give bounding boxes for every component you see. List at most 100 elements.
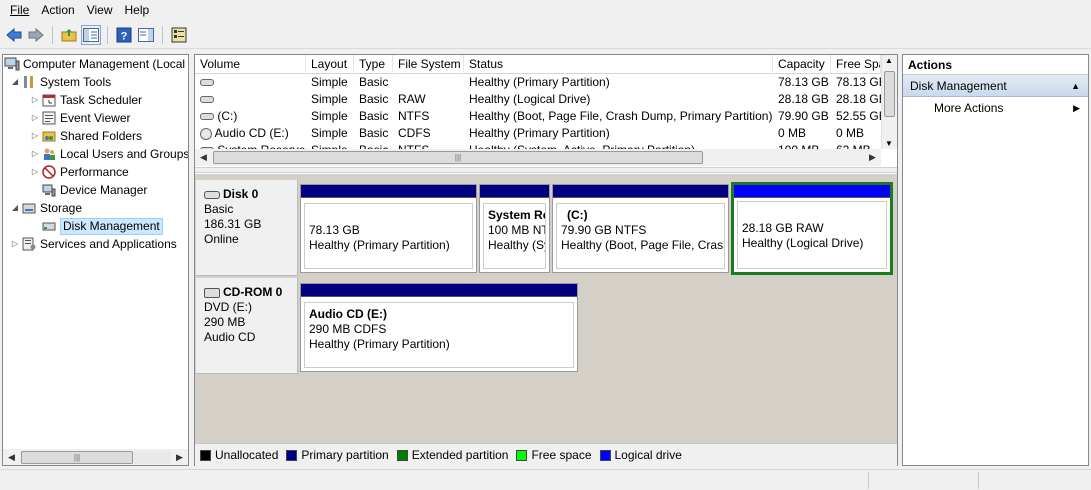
collapsed-arrow-icon[interactable]: ▷ [29,91,41,109]
tree-item-disk-management[interactable]: Disk Management [41,217,163,235]
tree-root-computer-management[interactable]: Computer Management (Local [4,55,185,73]
scroll-left-arrow-icon[interactable]: ◀ [4,451,19,464]
column-header-capacity[interactable]: Capacity [773,55,831,74]
tree-horizontal-scrollbar[interactable]: ◀ ||| ▶ [2,449,189,466]
tree-item-performance[interactable]: ▷ Performance [29,163,129,181]
cdrom-0-label[interactable]: CD-ROM 0 DVD (E:) 290 MB Audio CD [196,278,298,374]
scroll-thumb[interactable]: ||| [213,151,703,164]
help-icon: ? [116,27,132,43]
partition-audio-cd[interactable]: Audio CD (E:) 290 MB CDFS Healthy (Prima… [300,283,578,372]
expanded-arrow-icon[interactable]: ◢ [9,199,21,217]
layout-cell: Simple [311,126,348,140]
tree-item-event-viewer[interactable]: ▷ Event Viewer [29,109,131,127]
menu-action[interactable]: Action [35,0,80,21]
tree-item-local-users-groups[interactable]: ▷ Local Users and Groups [29,145,189,163]
volume-row[interactable]: Audio CD (E:) Simple Basic CDFS Healthy … [195,125,881,142]
partition-size: 290 MB CDFS [309,322,387,336]
partition-logical-drive[interactable]: 28.18 GB RAW Healthy (Logical Drive) [731,182,893,275]
scroll-left-arrow-icon[interactable]: ◀ [196,151,211,164]
show-hide-action-pane-button[interactable] [136,25,156,45]
column-header-status[interactable]: Status [464,55,773,74]
up-one-level-button[interactable] [59,25,79,45]
tree-item-label: Local Users and Groups [60,147,189,161]
scroll-right-arrow-icon[interactable]: ▶ [865,151,880,164]
capacity-cell: 28.18 GB [778,92,829,106]
free-space-cell: 0 MB [836,126,865,140]
capacity-cell: 79.90 GB [778,109,829,123]
volume-row[interactable]: Simple Basic Healthy (Primary Partition)… [195,74,881,91]
volume-list-vertical-scrollbar[interactable]: ▲ ▼ [881,55,897,149]
legend-item-unallocated: Unallocated [200,448,278,462]
more-actions-item[interactable]: More Actions ▶ [903,97,1088,119]
actions-title: Actions [903,55,1088,75]
device-manager-icon [41,182,57,198]
storage-icon [21,200,37,216]
forward-button[interactable] [26,25,46,45]
volume-cell [195,74,306,91]
actions-section-disk-management[interactable]: Disk Management ▲ [903,75,1088,97]
pane-splitter[interactable] [195,167,897,173]
svg-text:?: ? [121,31,128,43]
expanded-arrow-icon[interactable]: ◢ [9,73,21,91]
tree-item-task-scheduler[interactable]: ▷ Task Scheduler [29,91,142,109]
tree-item-label: Storage [40,201,83,215]
forward-arrow-icon [28,28,44,42]
legend-swatch [516,449,528,461]
collapsed-arrow-icon[interactable]: ▷ [9,235,21,253]
tree-item-services-applications[interactable]: ▷ Services and Applications [9,235,177,253]
collapse-arrow-icon[interactable]: ▲ [1071,75,1080,96]
column-header-file-system[interactable]: File System [393,55,464,74]
partition-bar [734,185,890,198]
cd-drive-icon [204,287,220,298]
event-viewer-icon [41,110,57,126]
help-button[interactable]: ? [114,25,134,45]
scroll-down-arrow-icon[interactable]: ▼ [885,139,893,148]
tree-item-storage[interactable]: ◢ Storage [9,199,82,217]
free-space-cell: 52.55 GB [836,109,881,123]
status-cell: Healthy (Boot, Page File, Crash Dump, Pr… [469,109,773,123]
partition-system-reserved[interactable]: System Re 100 MB NT Healthy (Sy [479,184,550,273]
volume-row[interactable]: (C:) Simple Basic NTFS Healthy (Boot, Pa… [195,108,881,125]
disk-0-label[interactable]: Disk 0 Basic 186.31 GB Online [196,180,298,276]
disk-name: CD-ROM 0 [223,285,283,299]
file-system-cell [393,74,464,91]
tree-item-device-manager[interactable]: Device Manager [41,181,147,199]
properties-button[interactable] [169,25,189,45]
menu-file[interactable]: File [4,0,35,21]
scroll-thumb[interactable]: ||| [21,451,133,464]
back-button[interactable] [4,25,24,45]
column-label: Free Spa [836,57,881,71]
scroll-up-arrow-icon[interactable]: ▲ [885,56,893,65]
show-hide-console-tree-button[interactable] [81,25,101,45]
disk-status: Audio CD [204,330,256,344]
column-header-volume[interactable]: Volume [195,55,306,74]
partition-primary-78gb[interactable]: 78.13 GB Healthy (Primary Partition) [300,184,477,273]
collapsed-arrow-icon[interactable]: ▷ [29,163,41,181]
menu-help[interactable]: Help [119,0,156,21]
tree-item-shared-folders[interactable]: ▷ Shared Folders [29,127,142,145]
disk-name-row: Disk 0 [204,187,289,202]
legend-swatch [286,449,298,461]
volume-list-horizontal-scrollbar[interactable]: ◀ ||| ▶ [195,149,881,166]
volume-name: Audio CD (E:) [214,126,289,140]
column-header-layout[interactable]: Layout [306,55,354,74]
tree-item-system-tools[interactable]: ◢ System Tools [9,73,111,91]
collapsed-arrow-icon[interactable]: ▷ [29,109,41,127]
scroll-right-arrow-icon[interactable]: ▶ [172,451,187,464]
collapsed-arrow-icon[interactable]: ▷ [29,145,41,163]
type-cell: Basic [359,75,389,89]
properties-icon [171,27,187,43]
column-header-free-space[interactable]: Free Spa [831,55,881,74]
menu-view[interactable]: View [81,0,119,21]
scroll-thumb[interactable] [884,71,895,117]
legend-item-free-space: Free space [516,448,592,462]
partition-c-drive[interactable]: (C:) 79.90 GB NTFS Healthy (Boot, Page F… [552,184,729,273]
collapsed-arrow-icon[interactable]: ▷ [29,127,41,145]
volume-name: (C:) [217,109,238,123]
legend-item-logical: Logical drive [599,448,682,462]
section-label: Disk Management [910,79,1007,93]
tree-item-label: Disk Management [60,217,163,235]
volume-row[interactable]: Simple Basic RAW Healthy (Logical Drive)… [195,91,881,108]
users-icon [41,146,57,162]
column-header-type[interactable]: Type [354,55,393,74]
